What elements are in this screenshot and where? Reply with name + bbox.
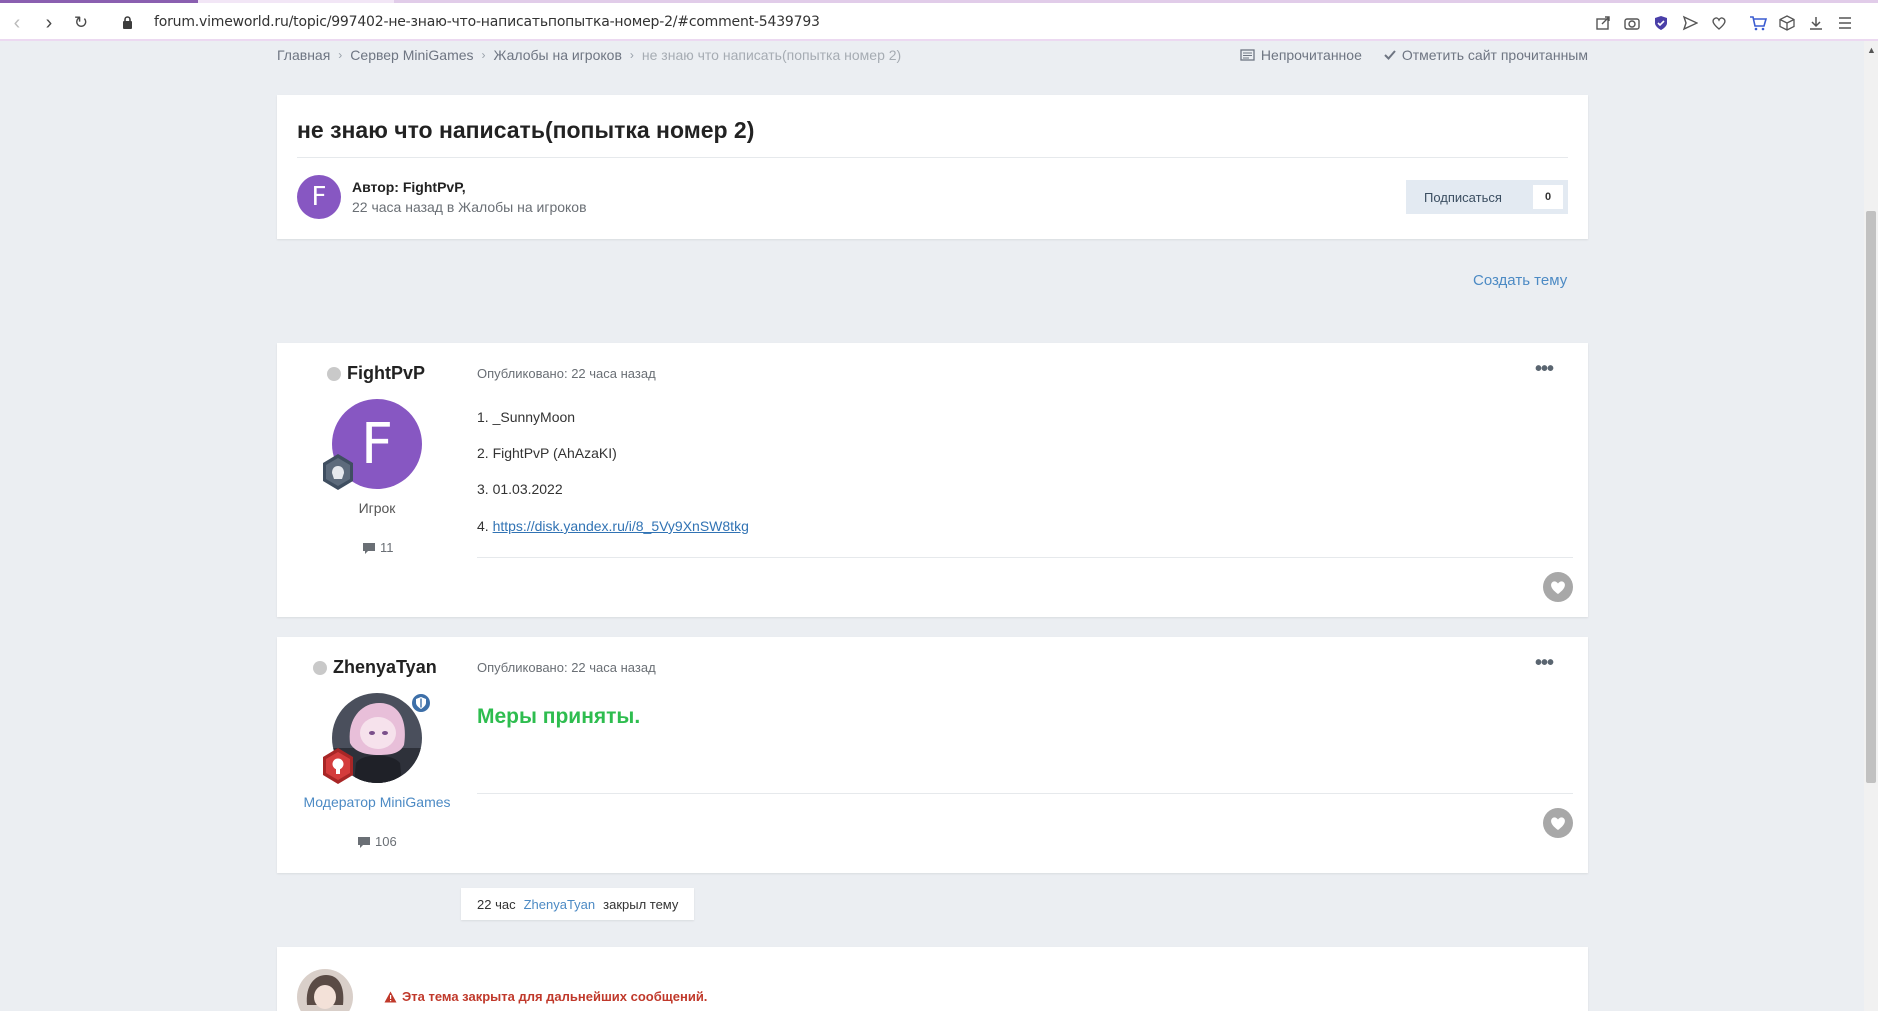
moderator-shield-icon [410,692,432,714]
breadcrumb-server[interactable]: Сервер MiniGames [350,47,473,63]
closed-notice-text: Эта тема закрыта для дальнейших сообщени… [402,989,708,1004]
address-bar[interactable]: forum.vimeworld.ru/topic/997402-не-знаю-… [154,14,820,30]
closed-notice: Эта тема закрыта для дальнейших сообщени… [384,989,707,1004]
avatar [297,969,353,1011]
cube-icon[interactable] [1777,13,1796,32]
post-line: 3. 01.03.2022 [477,481,563,497]
warning-icon [384,991,397,1002]
post-author: ZhenyaTyan [313,657,437,678]
follow-count: 0 [1533,185,1563,209]
heart-icon [1551,817,1565,830]
like-button[interactable] [1543,572,1573,602]
post-message: Меры приняты. [477,705,641,728]
post-author: FightPvP [327,363,425,384]
avatar-letter: F [311,182,327,212]
send-icon[interactable] [1680,13,1699,32]
mark-read-label: Отметить сайт прочитанным [1401,47,1588,63]
check-icon [1384,50,1396,60]
unread-link[interactable]: Непрочитанное [1240,47,1362,63]
post-link[interactable]: https://disk.yandex.ru/i/8_5Vy9XnSW8tkg [493,518,749,534]
unread-label: Непрочитанное [1260,47,1362,63]
scroll-up-icon[interactable]: ▲ [1867,45,1876,55]
offline-status-icon [313,660,327,675]
camera-icon[interactable] [1622,13,1641,32]
post-line: 1. _SunnyMoon [477,409,576,425]
offline-status-icon [327,366,341,381]
reply-area: Эта тема закрыта для дальнейших сообщени… [277,947,1588,1011]
post-count-value: 106 [375,834,397,849]
shield-icon[interactable] [1651,13,1670,32]
post-line: 2. FightPvP (AhAzaKI) [477,445,617,461]
post-card: FightPvP F Игрок 11 Опубликовано: 22 час… [277,343,1588,617]
breadcrumb-complaints[interactable]: Жалобы на игроков [494,47,622,63]
newspaper-icon [1240,49,1255,61]
heart-outline-icon[interactable] [1709,13,1728,32]
page-scrollbar[interactable]: ▲ [1864,41,1878,1011]
avatar[interactable]: F [297,175,341,219]
event-time: 22 час [477,896,516,912]
comment-icon [358,836,370,848]
follow-label: Подписаться [1424,189,1502,205]
divider [477,557,1573,558]
browser-toolbar: ‹ › ↻ forum.vimeworld.ru/topic/997402-не… [0,3,1878,41]
more-options-icon[interactable]: ••• [1535,652,1554,675]
comment-icon [363,542,375,554]
breadcrumb-current: не знаю что написать(попытка номер 2) [641,47,902,63]
like-button[interactable] [1543,808,1573,838]
post-author-name[interactable]: FightPvP [347,363,425,384]
topic-meta: 22 часа назад в Жалобы на игроков [352,199,587,215]
divider [477,793,1573,794]
mark-read-link[interactable]: Отметить сайт прочитанным [1384,47,1588,63]
post-author-name[interactable]: ZhenyaTyan [333,657,437,678]
share-icon[interactable] [1593,13,1612,32]
post-count: 106 [357,834,397,849]
breadcrumb: Главная › Сервер MiniGames › Жалобы на и… [277,47,901,63]
user-role[interactable]: Модератор MiniGames [277,794,477,810]
heart-icon [1551,581,1565,594]
page-title: не знаю что написать(попытка номер 2) [297,117,755,143]
follow-button[interactable]: Подписаться 0 [1406,180,1568,214]
forward-icon[interactable]: › [38,12,60,34]
rank-badge-icon [323,748,353,784]
post-count-value: 11 [380,540,394,555]
post-line: 4. https://disk.yandex.ru/i/8_5Vy9XnSW8t… [477,518,749,534]
download-icon[interactable] [1806,13,1825,32]
topic-author[interactable]: Автор: FightPvP, [352,179,466,195]
user-role: Игрок [358,500,396,516]
divider [297,157,1568,158]
event-action: закрыл тему [603,896,679,912]
rank-badge-icon [323,454,353,490]
topic-header: не знаю что написать(попытка номер 2) F … [277,95,1588,239]
menu-icon[interactable] [1835,13,1854,32]
post-line-number: 4. [477,518,489,534]
chevron-right-icon: › [629,48,634,62]
post-date: Опубликовано: 22 часа назад [477,660,656,675]
back-icon[interactable]: ‹ [6,12,28,34]
post-date: Опубликовано: 22 часа назад [477,366,656,381]
breadcrumb-home[interactable]: Главная [277,47,330,63]
chevron-right-icon: › [481,48,486,62]
event-user[interactable]: ZhenyaTyan [524,897,596,912]
cart-icon[interactable] [1748,13,1767,32]
reload-icon[interactable]: ↻ [70,12,92,34]
post-count: 11 [362,540,394,555]
more-options-icon[interactable]: ••• [1535,358,1554,381]
post-card: ZhenyaTyan Модератор MiniGames 106 Опубл… [277,637,1588,873]
avatar-letter: F [360,411,394,477]
create-topic-button[interactable]: Создать тему [1473,272,1567,289]
topic-closed-event: 22 час ZhenyaTyan закрыл тему [461,888,695,920]
chevron-right-icon: › [338,48,343,62]
lock-icon [123,16,132,29]
